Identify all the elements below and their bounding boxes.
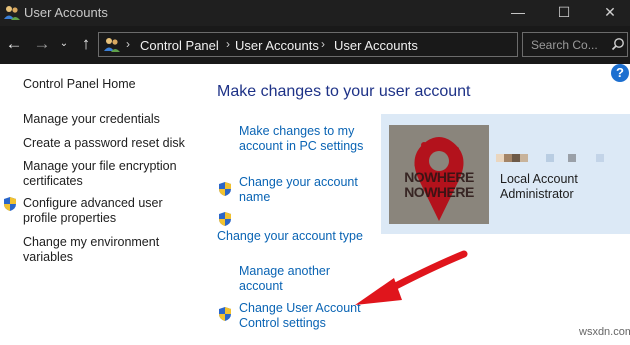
manage-another-account-link[interactable]: Manage another account — [239, 264, 349, 294]
window-title: User Accounts — [24, 5, 108, 20]
control-panel-home-link[interactable]: Control Panel Home — [23, 77, 136, 92]
address-toolbar: ← → ⌄ ↑ › Control Panel › User Accounts … — [0, 26, 630, 64]
redacted-pixel — [496, 154, 504, 162]
uac-settings-link[interactable]: Change User Account Control settings — [239, 301, 364, 331]
redacted-pixel — [568, 154, 576, 162]
password-reset-disk-link[interactable]: Create a password reset disk — [23, 136, 185, 151]
redacted-pixel — [596, 154, 604, 162]
up-button[interactable]: ↑ — [74, 32, 98, 56]
user-accounts-icon — [104, 38, 120, 52]
avatar: NOWHERE NOWHERE — [389, 125, 489, 224]
close-button[interactable]: ✕ — [587, 0, 630, 26]
redacted-pixel — [546, 154, 554, 162]
title-bar: User Accounts — ☐ ✕ — [0, 0, 630, 26]
page-title: Make changes to your user account — [217, 83, 471, 100]
environment-variables-link[interactable]: Change my environment variables — [23, 235, 173, 265]
breadcrumb-separator: › — [321, 37, 325, 51]
recent-locations-button[interactable]: ⌄ — [57, 32, 71, 56]
address-bar[interactable]: › Control Panel › User Accounts › User A… — [98, 32, 602, 57]
search-icon[interactable] — [611, 37, 625, 51]
back-button[interactable]: ← — [2, 32, 26, 56]
breadcrumb-control-panel[interactable]: Control Panel — [140, 38, 219, 53]
shield-icon — [219, 182, 231, 196]
advanced-profile-properties-link[interactable]: Configure advanced user profile properti… — [23, 196, 188, 226]
avatar-text: NOWHERE — [404, 169, 474, 185]
search-input[interactable]: Search Co... — [531, 38, 598, 52]
breadcrumb-user-accounts-current[interactable]: User Accounts — [334, 38, 418, 53]
manage-credentials-link[interactable]: Manage your credentials — [23, 112, 160, 127]
help-icon[interactable]: ? — [611, 64, 629, 82]
redacted-pixel — [504, 154, 512, 162]
watermark: wsxdn.com — [579, 326, 630, 338]
shield-icon — [219, 212, 231, 226]
maximize-button[interactable]: ☐ — [541, 0, 587, 26]
breadcrumb-separator: › — [126, 37, 130, 51]
breadcrumb-separator: › — [226, 37, 230, 51]
shield-icon — [4, 197, 16, 211]
avatar-text: NOWHERE — [404, 184, 474, 200]
redacted-pixel — [512, 154, 520, 162]
minimize-button[interactable]: — — [495, 0, 541, 26]
pc-settings-link[interactable]: Make changes to my account in PC setting… — [239, 124, 374, 154]
search-box[interactable]: Search Co... — [522, 32, 628, 57]
account-type-line2: Administrator — [500, 187, 574, 201]
annotation-arrow-icon — [355, 250, 468, 305]
redacted-pixel — [520, 154, 528, 162]
forward-button[interactable]: → — [30, 32, 54, 56]
account-type: Local Account Administrator — [500, 172, 578, 202]
account-type-line1: Local Account — [500, 172, 578, 186]
file-encryption-link[interactable]: Manage your file encryption certificates — [23, 159, 183, 189]
user-accounts-icon — [4, 6, 20, 20]
change-account-type-link[interactable]: Change your account type — [217, 229, 363, 244]
change-account-name-link[interactable]: Change your account name — [239, 175, 369, 205]
breadcrumb-user-accounts[interactable]: User Accounts — [235, 38, 319, 53]
shield-icon — [219, 307, 231, 321]
